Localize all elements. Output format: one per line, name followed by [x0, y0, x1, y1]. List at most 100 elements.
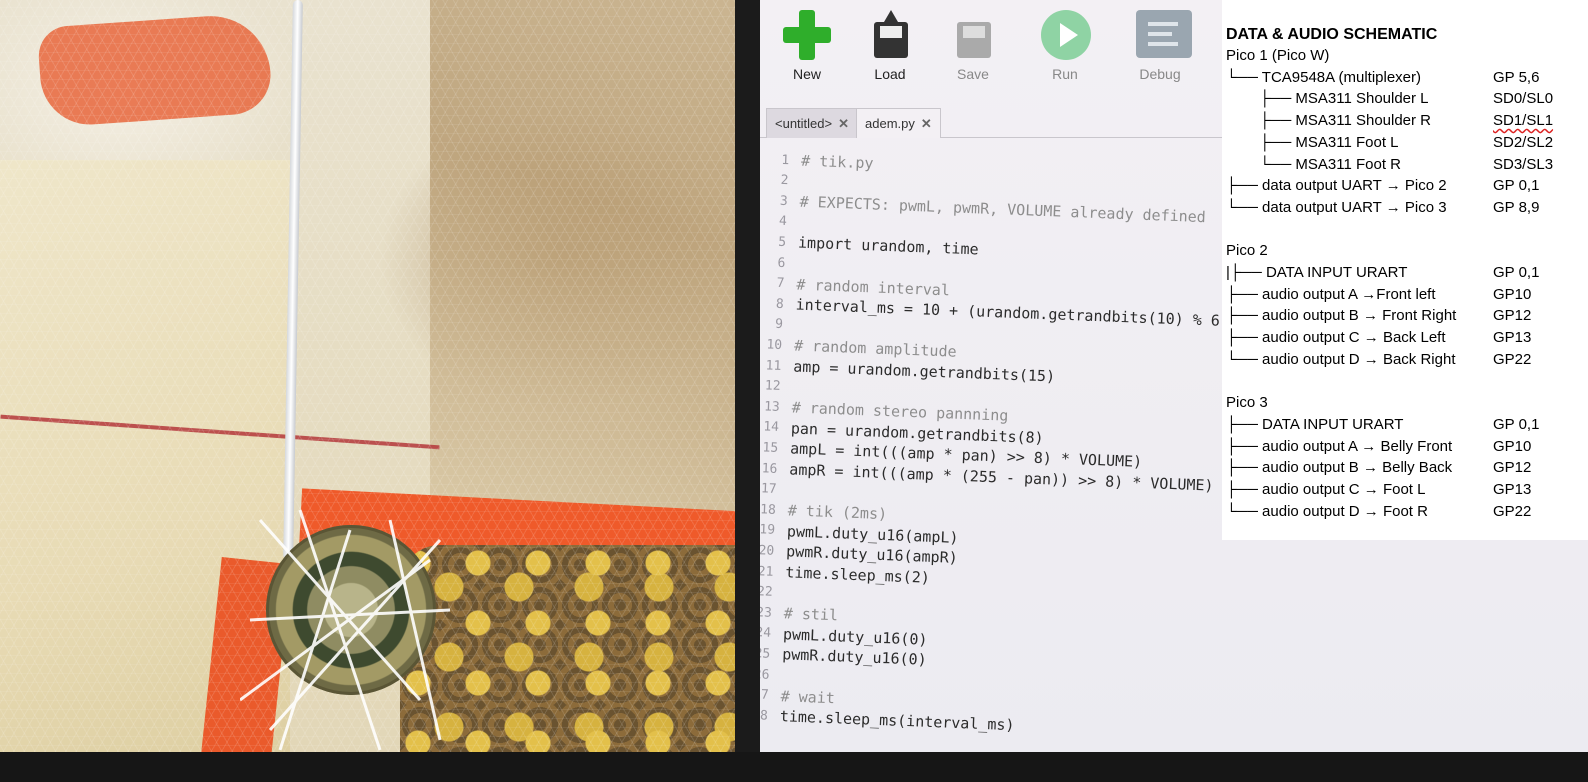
line-number: 18	[760, 501, 777, 518]
code-editor[interactable]: 1 # tik.py 2 3 # EXPECTS: pwmL, pwmR, VOLUME…	[760, 140, 1230, 758]
code-text: # tik.py	[800, 151, 874, 173]
schematic-row-label: Pico 3	[1226, 394, 1268, 412]
run-button-label: Run	[1052, 66, 1078, 82]
schematic-row-label: ├── audio output A → Belly Front	[1226, 437, 1453, 455]
schematic-row-label: └── data output UART → Pico 3	[1226, 198, 1447, 216]
line-number: 26	[760, 666, 770, 683]
code-line[interactable]: 9	[760, 313, 795, 337]
schematic-row-label: ├── data output UART → Pico 2	[1226, 177, 1447, 195]
line-number: 4	[778, 214, 788, 230]
toolbar: New Load Save Run Debug	[760, 0, 1230, 100]
save-button[interactable]: Save	[938, 10, 1008, 82]
line-number: 9	[774, 317, 784, 333]
schematic-row-pin: GP22	[1493, 350, 1532, 368]
line-number: 2	[780, 172, 789, 189]
schematic-panel: DATA & AUDIO SCHEMATIC Pico 1 (Pico W) └─…	[1222, 0, 1588, 540]
schematic-row-pin: GP10	[1493, 437, 1532, 455]
line-number: 12	[764, 378, 781, 395]
schematic-row-pin: GP12	[1493, 459, 1532, 477]
schematic-row-pin: GP 8,9	[1493, 198, 1540, 216]
line-number: 22	[760, 584, 773, 600]
line-number: 20	[760, 543, 775, 559]
schematic-row-pin: GP13	[1493, 329, 1532, 347]
schematic-row-label: |├── DATA INPUT URART	[1226, 264, 1408, 281]
code-text: # wait	[780, 686, 836, 707]
schematic-row-label: ├── audio output B → Belly Back	[1226, 459, 1453, 477]
schematic-row-pin: SD3/SL3	[1493, 155, 1554, 173]
schematic-row-pin: GP12	[1493, 307, 1532, 325]
schematic-row-pin: GP22	[1493, 502, 1532, 520]
schematic-row-label: ├── audio output B → Front Right	[1226, 307, 1457, 325]
tab-adem-py-label: adem.py	[865, 116, 915, 131]
schematic-row-pin: GP13	[1493, 481, 1532, 498]
debug-button[interactable]: Debug	[1125, 10, 1195, 82]
new-button[interactable]: New	[772, 10, 842, 82]
line-number: 11	[765, 357, 782, 374]
code-line[interactable]: 26	[760, 663, 782, 687]
line-number: 7	[776, 275, 785, 292]
load-icon	[866, 10, 914, 60]
close-icon[interactable]: ✕	[921, 116, 932, 132]
save-button-label: Save	[957, 66, 989, 82]
code-line[interactable]: 17	[760, 477, 789, 501]
schematic-title: DATA & AUDIO SCHEMATIC	[1226, 26, 1438, 43]
code-line[interactable]: 3 # EXPECTS: pwmL, pwmR, VOLUME already d…	[760, 189, 1207, 228]
schematic-row-label: ├── MSA311 Shoulder L	[1226, 90, 1429, 108]
schematic-row-pin: GP 5,6	[1493, 68, 1540, 86]
plus-icon	[783, 10, 831, 60]
load-button[interactable]: Load	[855, 10, 925, 82]
code-text: time.sleep_ms(2)	[785, 563, 931, 587]
schematic-row-label: ├── audio output C → Foot L	[1226, 481, 1426, 498]
schematic-row-label: Pico 2	[1226, 242, 1268, 260]
schematic-row-pin: SD1/SL1	[1493, 112, 1554, 130]
close-icon[interactable]: ✕	[838, 116, 849, 132]
line-number: 6	[777, 255, 786, 271]
code-line[interactable]: 28 time.sleep_ms(interval_ms)	[760, 704, 1015, 737]
bottom-border	[0, 752, 1588, 782]
tab-untitled[interactable]: <untitled> ✕	[766, 108, 859, 138]
schematic-row-label: ├── audio output A →Front left	[1226, 285, 1436, 303]
line-number: 13	[763, 399, 781, 415]
line-number: 16	[761, 460, 778, 477]
schematic-row-pin: SD0/SL0	[1493, 90, 1554, 108]
schematic-row-label: └── audio output D → Foot R	[1226, 502, 1428, 520]
line-number: 28	[760, 707, 769, 724]
line-number: 10	[766, 337, 783, 353]
textile-photo	[0, 0, 745, 782]
schematic-row-label: ├── MSA311 Foot L	[1226, 133, 1399, 151]
debug-icon	[1136, 10, 1192, 60]
code-text: # EXPECTS: pwmL, pwmR, VOLUME already de…	[799, 192, 1207, 227]
schematic-row-label: └── TCA9548A (multiplexer)	[1226, 68, 1422, 86]
schematic-row-pin: GP 0,1	[1493, 415, 1540, 433]
code-line[interactable]: 8 interval_ms = 10 + (urandom.getrandbits…	[760, 292, 1221, 332]
code-line[interactable]: 22	[760, 580, 785, 604]
line-number: 27	[760, 687, 769, 703]
load-button-label: Load	[874, 66, 906, 82]
line-number: 1	[781, 152, 790, 168]
schematic-row-pin: GP 0,1	[1493, 264, 1540, 281]
code-text: amp = urandom.getrandbits(15)	[792, 357, 1056, 386]
line-number: 24	[760, 625, 772, 642]
tab-untitled-label: <untitled>	[775, 116, 833, 131]
line-number: 25	[760, 646, 771, 662]
line-number: 3	[779, 193, 788, 209]
run-button[interactable]: Run	[1030, 10, 1100, 82]
code-text: pwmR.duty_u16(0)	[781, 645, 928, 670]
code-text: import urandom, time	[797, 233, 979, 259]
line-number: 21	[760, 563, 774, 580]
code-text: interval_ms = 10 + (urandom.getrandbits(…	[795, 295, 1221, 330]
schematic-row-label: ├── audio output C → Back Left	[1226, 329, 1446, 347]
schematic-row-label: Pico 1 (Pico W)	[1226, 47, 1330, 64]
schematic-row-pin: GP10	[1493, 285, 1532, 303]
line-number: 15	[762, 440, 779, 456]
save-icon	[949, 10, 997, 60]
tab-adem-py[interactable]: adem.py ✕	[856, 108, 941, 138]
schematic-row-pin: SD2/SL2	[1493, 133, 1554, 151]
schematic-row-label: ├── DATA INPUT URART	[1226, 415, 1404, 433]
editor-tabs: <untitled> ✕ adem.py ✕	[760, 106, 1230, 138]
code-line[interactable]: 11 amp = urandom.getrandbits(15)	[760, 354, 1055, 388]
new-button-label: New	[792, 66, 821, 82]
debug-button-label: Debug	[1139, 66, 1181, 82]
code-line[interactable]: 12	[760, 374, 793, 398]
line-number: 19	[760, 522, 776, 539]
